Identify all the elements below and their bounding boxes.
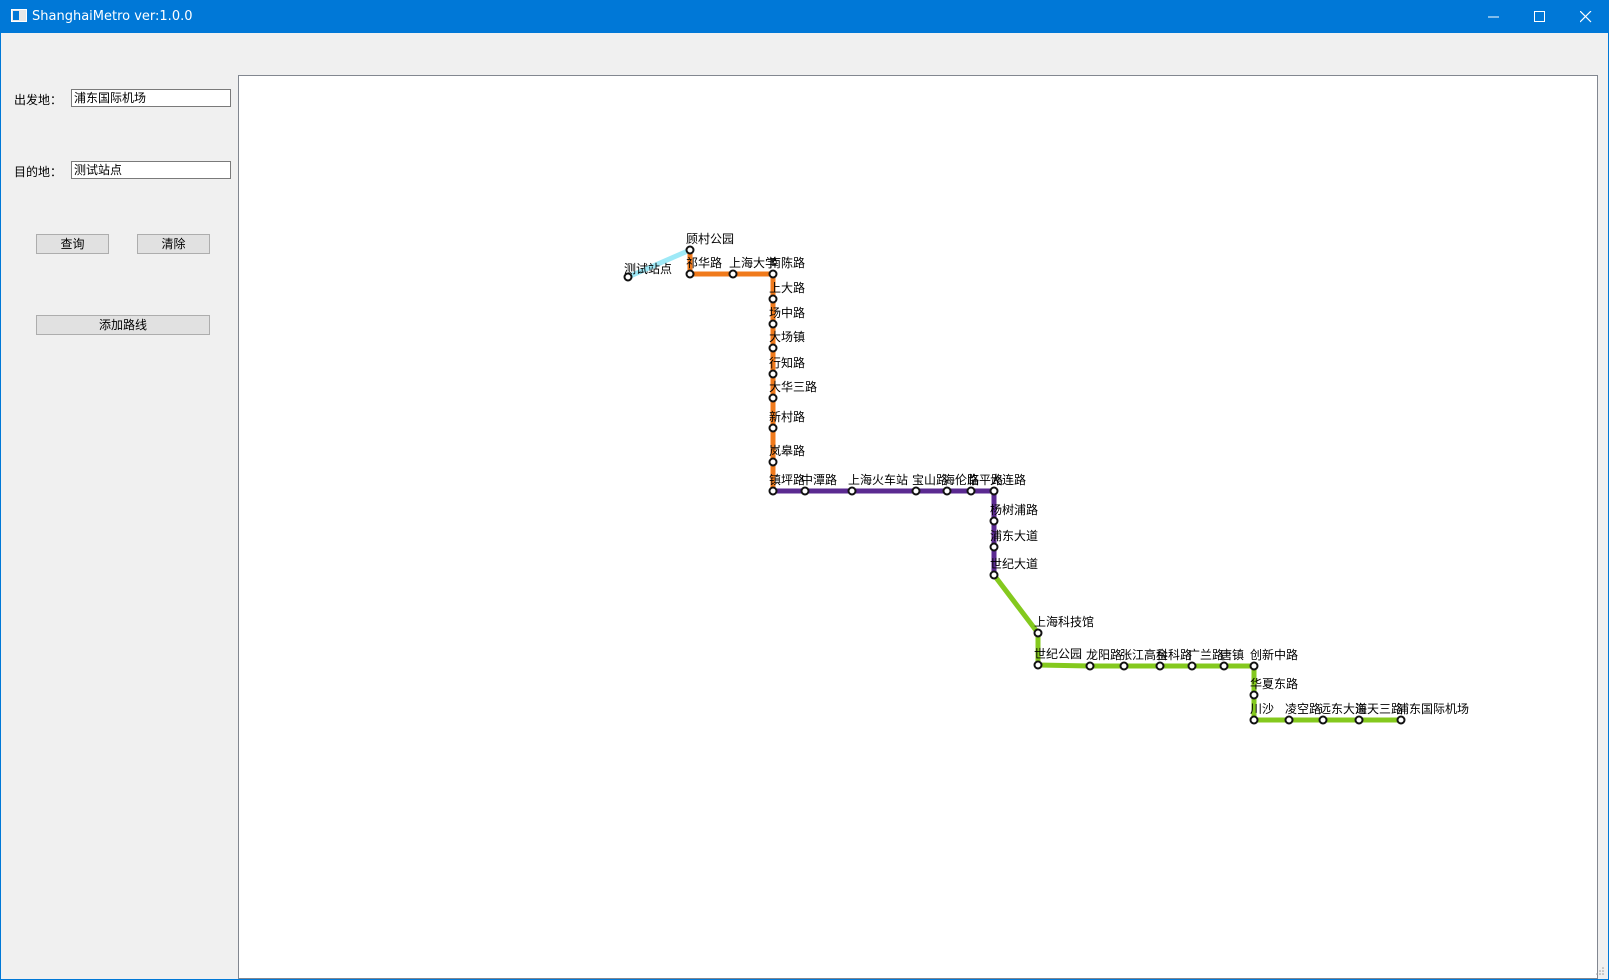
station-marker[interactable] — [1033, 660, 1043, 670]
station-marker[interactable] — [966, 486, 976, 496]
add-route-button[interactable]: 添加路线 — [36, 315, 210, 335]
station-label: 浦东大道 — [990, 529, 1038, 543]
app-icon — [11, 9, 27, 22]
metro-map-canvas[interactable]: 测试站点 顾村公园 祁华路 上海大学 南陈路 上大路 场中路 大场镇 行知路 大华三路 新村路 岚皋路… — [238, 75, 1598, 979]
station-marker[interactable] — [1085, 661, 1095, 671]
station-marker[interactable] — [1284, 715, 1294, 725]
station-label: 测试站点 — [624, 261, 672, 276]
station-label: 祁华路 — [686, 255, 722, 270]
station-marker[interactable] — [1119, 661, 1129, 671]
station-label: 世纪公园 — [1034, 647, 1082, 661]
origin-label: 出发地： — [14, 93, 63, 107]
title-bar: ShanghaiMetro ver:1.0.0 — [0, 0, 1609, 33]
query-button[interactable]: 查询 — [36, 234, 109, 254]
station-marker[interactable] — [768, 269, 778, 279]
maximize-icon — [1534, 11, 1545, 22]
station-marker[interactable] — [768, 393, 778, 403]
station-marker[interactable] — [1249, 661, 1259, 671]
maximize-button[interactable] — [1517, 0, 1563, 33]
station-label: 岚皋路 — [769, 443, 805, 458]
station-marker[interactable] — [728, 269, 738, 279]
metro-map: 测试站点顾村公园祁华路 上海大学南陈路上大路场中路大场镇行知路大华三路新村路岚皋路… — [623, 232, 1469, 725]
station-label: 凌空路 — [1285, 701, 1321, 716]
station-marker[interactable] — [989, 486, 999, 496]
station-marker[interactable] — [685, 245, 695, 255]
station-marker[interactable] — [1249, 690, 1259, 700]
window-title: ShanghaiMetro ver:1.0.0 — [32, 9, 193, 24]
station-label: 大场镇 — [769, 330, 805, 344]
station-label: 海天三路 — [1355, 701, 1403, 716]
station-label: 南陈路 — [769, 255, 805, 270]
station-label: 世纪大道 — [990, 557, 1038, 571]
station-marker[interactable] — [1318, 715, 1328, 725]
station-label: 顾村公园 — [686, 232, 734, 246]
station-marker[interactable] — [1249, 715, 1259, 725]
metro-line-1 — [687, 250, 776, 491]
station-marker[interactable] — [768, 294, 778, 304]
minimize-icon — [1488, 16, 1499, 18]
station-label: 创新中路 — [1250, 647, 1298, 662]
station-marker[interactable] — [685, 269, 695, 279]
station-marker[interactable] — [1187, 661, 1197, 671]
station-label: 华夏东路 — [1250, 676, 1298, 691]
destination-input[interactable]: 测试站点 — [71, 161, 231, 179]
station-label: 龙阳路 — [1086, 647, 1122, 662]
station-label: 上大路 — [769, 280, 805, 295]
station-marker[interactable] — [768, 343, 778, 353]
close-icon — [1580, 11, 1592, 23]
station-label: 上海科技馆 — [1034, 614, 1094, 629]
station-marker[interactable] — [1219, 661, 1229, 671]
station-label: 金科路 — [1156, 647, 1192, 662]
station-marker[interactable] — [911, 486, 921, 496]
station-marker[interactable] — [847, 486, 857, 496]
station-label: 广兰路 — [1188, 647, 1224, 662]
station-marker[interactable] — [768, 486, 778, 496]
station-marker[interactable] — [1354, 715, 1364, 725]
station-label: 场中路 — [769, 305, 805, 320]
station-marker[interactable] — [768, 423, 778, 433]
station-marker[interactable] — [768, 369, 778, 379]
origin-input[interactable]: 浦东国际机场 — [71, 89, 231, 107]
metro-line-2 — [773, 488, 997, 575]
station-label: 川沙 — [1250, 702, 1274, 716]
station-marker[interactable] — [768, 457, 778, 467]
clear-button[interactable]: 清除 — [137, 234, 210, 254]
station-label: 浦东国际机场 — [1397, 702, 1469, 716]
station-marker[interactable] — [989, 542, 999, 552]
close-button[interactable] — [1563, 0, 1609, 33]
station-label: 新村路 — [769, 409, 805, 424]
station-label: 镇坪路 — [769, 472, 805, 487]
resize-grip-icon[interactable] — [1595, 966, 1605, 976]
station-label: 大华三路 — [769, 379, 817, 394]
station-marker[interactable] — [942, 486, 952, 496]
station-marker[interactable] — [989, 570, 999, 580]
station-marker[interactable] — [800, 486, 810, 496]
station-label: 行知路 — [769, 355, 805, 370]
station-label: 中潭路 — [801, 472, 837, 487]
station-label: 唐镇 — [1220, 647, 1244, 662]
station-marker[interactable] — [1396, 715, 1406, 725]
main-panel: 出发地： 浦东国际机场 目的地： 测试站点 查询 清除 添加路线 测试站点顾村公… — [0, 33, 1609, 980]
station-marker[interactable] — [1033, 628, 1043, 638]
minimize-button[interactable] — [1471, 0, 1517, 33]
station-label: 上海火车站 — [848, 472, 908, 487]
destination-label: 目的地： — [14, 165, 63, 179]
station-label: 大连路 — [990, 472, 1026, 487]
station-marker[interactable] — [768, 319, 778, 329]
station-marker[interactable] — [989, 516, 999, 526]
station-label: 杨树浦路 — [990, 502, 1038, 517]
station-marker[interactable] — [1155, 661, 1165, 671]
